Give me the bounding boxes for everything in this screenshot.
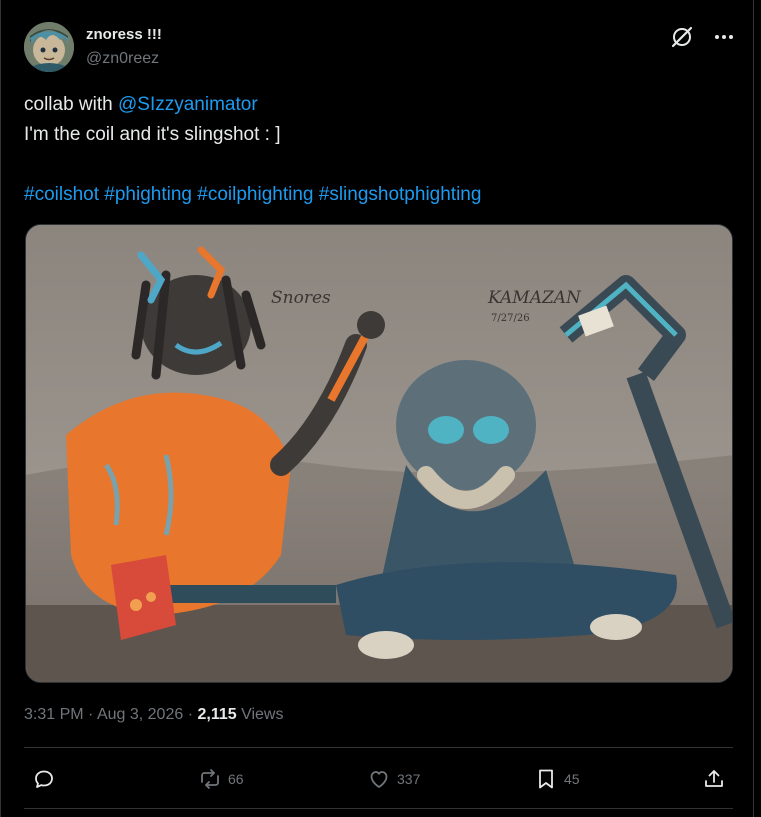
share-icon [705,770,723,787]
views-label: Views [241,706,284,723]
tweet-text: collab with @SIzzyanimator I'm the coil … [24,90,724,210]
avatar-image [24,22,74,72]
tweet-media-image[interactable]: Snores KAMAZAN 7/27/26 [25,224,733,683]
artwork-illustration: Snores KAMAZAN 7/27/26 [26,225,732,682]
hashtag-line: #coilshot #phighting #coilphighting #sli… [24,180,724,210]
bookmark-count: 45 [564,771,580,787]
post-date[interactable]: Aug 3, 2026 [97,706,183,723]
meta-separator: · [187,706,194,723]
hashtag-link[interactable]: #coilshot [24,184,99,205]
reply-button[interactable] [32,757,56,801]
grok-icon[interactable] [669,24,695,50]
author-display-name[interactable]: znoress !!! [86,25,162,45]
artist-signature-right: KAMAZAN [487,288,582,308]
share-button[interactable] [702,757,726,801]
hashtag-link[interactable]: #coilphighting [197,184,313,205]
views-count: 2,115 [197,706,237,723]
divider [24,808,733,809]
tweet-line-2: I'm the coil and it's slingshot : ] [24,124,281,145]
meta-separator: · [88,706,94,723]
divider [24,747,733,748]
author-handle[interactable]: @zn0reez [86,49,159,69]
repost-icon [201,769,219,789]
repost-count: 66 [228,771,244,787]
more-options-icon[interactable] [711,24,737,50]
artist-signature-date: 7/27/26 [491,313,530,324]
action-bar: 66 337 45 [24,757,727,801]
artist-signature-left: Snores [271,288,331,308]
post-time[interactable]: 3:31 PM [24,706,84,723]
like-button[interactable]: 337 [367,757,420,801]
tweet-text-prefix: collab with [24,94,118,115]
hashtag-link[interactable]: #slingshotphighting [319,184,482,205]
reply-icon [35,770,53,788]
avatar[interactable] [24,22,74,72]
bookmark-button[interactable]: 45 [534,757,580,801]
like-count: 337 [397,771,421,787]
mention-link[interactable]: @SIzzyanimator [118,94,258,115]
heart-icon [370,771,388,788]
tweet-header: znoress !!! @zn0reez [24,22,737,72]
hashtag-link[interactable]: #phighting [104,184,192,205]
tweet-meta: 3:31 PM · Aug 3, 2026 · 2,115 Views [24,704,283,726]
bookmark-icon [539,769,553,789]
tweet-line-1: collab with @SIzzyanimator [24,90,724,120]
repost-button[interactable]: 66 [198,757,244,801]
